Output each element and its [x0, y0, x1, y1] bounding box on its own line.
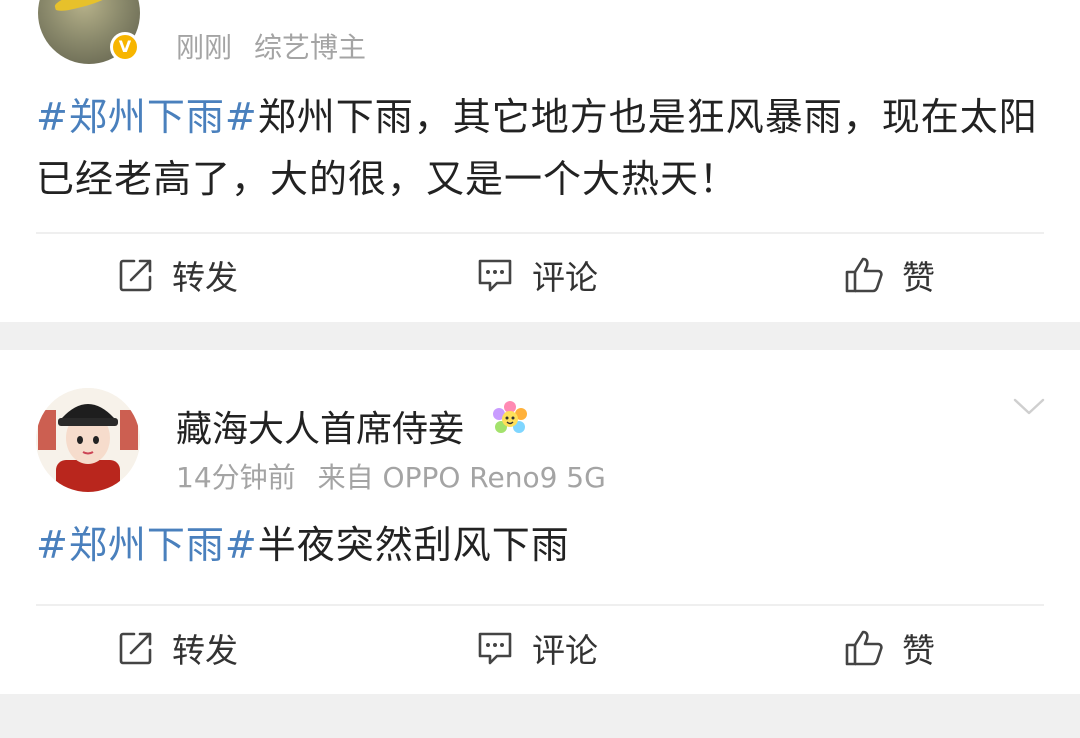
divider: [36, 604, 1044, 606]
like-label: 赞: [902, 631, 935, 670]
post-actions: 转发 评论 赞: [0, 618, 1080, 678]
divider: [36, 232, 1044, 234]
like-button[interactable]: 赞: [844, 245, 935, 305]
repost-button[interactable]: 转发: [118, 618, 238, 678]
post-time: 刚刚: [176, 31, 233, 64]
post-meta: 刚刚 综艺博主: [176, 26, 366, 66]
comment-button[interactable]: 评论: [476, 618, 598, 678]
like-icon: [845, 257, 883, 293]
feed-post-1: V 刚刚 综艺博主 #郑州下雨#郑州下雨，其它地方也是狂风暴雨，现在太阳已经老高了…: [0, 0, 1080, 322]
comment-button[interactable]: 评论: [476, 245, 598, 305]
avatar-image: [53, 0, 117, 14]
post-time: 14分钟前: [176, 461, 296, 494]
post-body: 半夜突然刮风下雨: [257, 523, 570, 567]
avatar-image: [36, 388, 140, 492]
repost-label: 转发: [172, 631, 238, 670]
post-source: 综艺博主: [254, 31, 367, 64]
like-button[interactable]: 赞: [844, 618, 935, 678]
like-label: 赞: [902, 258, 935, 297]
comment-label: 评论: [532, 631, 598, 670]
repost-icon: [119, 632, 152, 665]
comment-icon: [478, 632, 512, 665]
post-source: 来自 OPPO Reno9 5G: [317, 461, 606, 494]
feed-post-2: 藏海大人首席侍妾 14分钟前 来自 OPPO Reno9 5G #郑州下雨#半夜突…: [0, 350, 1080, 694]
post-actions: 转发 评论 赞: [0, 245, 1080, 305]
repost-icon: [119, 259, 152, 292]
post-meta: 14分钟前 来自 OPPO Reno9 5G: [176, 456, 606, 496]
username[interactable]: 藏海大人首席侍妾: [176, 400, 464, 452]
avatar[interactable]: [36, 388, 140, 492]
repost-label: 转发: [172, 258, 238, 297]
flower-badge-icon: [493, 401, 527, 433]
repost-button[interactable]: 转发: [118, 245, 238, 305]
topic-link[interactable]: #郑州下雨#: [36, 523, 258, 567]
post-text: #郑州下雨#郑州下雨，其它地方也是狂风暴雨，现在太阳已经老高了，大的很，又是一个…: [36, 86, 1046, 210]
topic-link[interactable]: #郑州下雨#: [36, 95, 258, 139]
like-icon: [845, 630, 883, 666]
verified-v-icon: V: [110, 32, 140, 62]
chevron-down-icon[interactable]: [1012, 396, 1046, 418]
comment-icon: [478, 259, 512, 292]
comment-label: 评论: [532, 258, 598, 297]
post-text: #郑州下雨#半夜突然刮风下雨: [36, 514, 1046, 576]
